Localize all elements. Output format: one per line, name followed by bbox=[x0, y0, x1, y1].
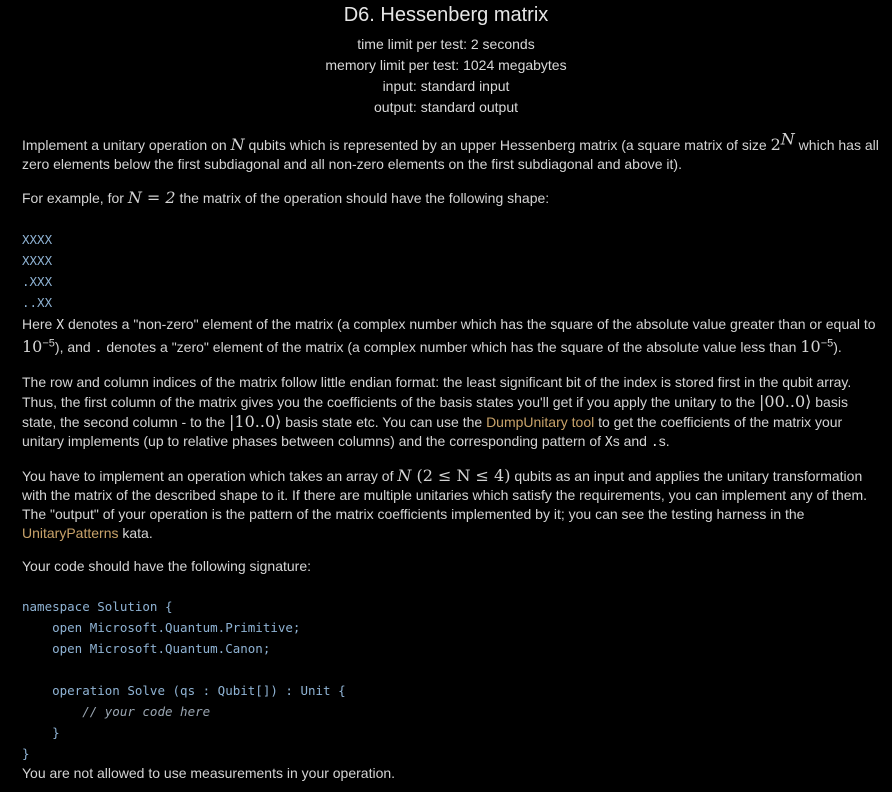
code-line: } bbox=[22, 746, 30, 761]
code-line: // your code here bbox=[22, 704, 211, 719]
time-limit: time limit per test: 2 seconds bbox=[357, 36, 535, 52]
statement-paragraph-4: The row and column indices of the matrix… bbox=[22, 374, 852, 450]
statement-paragraph-3: Here X denotes a "non-zero" element of t… bbox=[22, 316, 876, 356]
unitarypatterns-link[interactable]: UnitaryPatterns bbox=[22, 525, 118, 541]
memory-limit: memory limit per test: 1024 megabytes bbox=[325, 57, 567, 73]
matrix-row: XXXX bbox=[22, 253, 53, 268]
code-line: open Microsoft.Quantum.Canon; bbox=[22, 641, 271, 656]
code-signature: namespace Solution { open Microsoft.Quan… bbox=[22, 596, 882, 764]
matrix-row: ..XX bbox=[22, 295, 53, 310]
matrix-pattern: XXXX XXXX .XXX ..XX bbox=[22, 229, 882, 313]
code-line: } bbox=[22, 725, 60, 740]
code-line: operation Solve (qs : Qubit[]) : Unit { bbox=[22, 683, 346, 698]
problem-limits: time limit per test: 2 seconds memory li… bbox=[0, 34, 892, 118]
output-spec: output: standard output bbox=[374, 99, 518, 115]
input-spec: input: standard input bbox=[382, 78, 510, 94]
statement-paragraph-7: You are not allowed to use measurements … bbox=[22, 765, 396, 781]
problem-title: D6. Hessenberg matrix bbox=[343, 4, 549, 26]
code-line: open Microsoft.Quantum.Primitive; bbox=[22, 620, 301, 635]
problem-statement: Implement a unitary operation on N qubit… bbox=[0, 129, 892, 783]
statement-paragraph-1: Implement a unitary operation on N qubit… bbox=[22, 129, 879, 172]
dumpunitary-link[interactable]: DumpUnitary tool bbox=[486, 414, 594, 430]
code-line: namespace Solution { bbox=[22, 599, 173, 614]
statement-paragraph-5: You have to implement an operation which… bbox=[22, 466, 868, 541]
statement-paragraph-6: Your code should have the following sign… bbox=[22, 558, 312, 574]
problem-header: D6. Hessenberg matrix time limit per tes… bbox=[0, 0, 892, 118]
matrix-row: XXXX bbox=[22, 232, 53, 247]
matrix-row: .XXX bbox=[22, 274, 53, 289]
statement-paragraph-2: For example, for N = 2 the matrix of the… bbox=[22, 188, 550, 207]
